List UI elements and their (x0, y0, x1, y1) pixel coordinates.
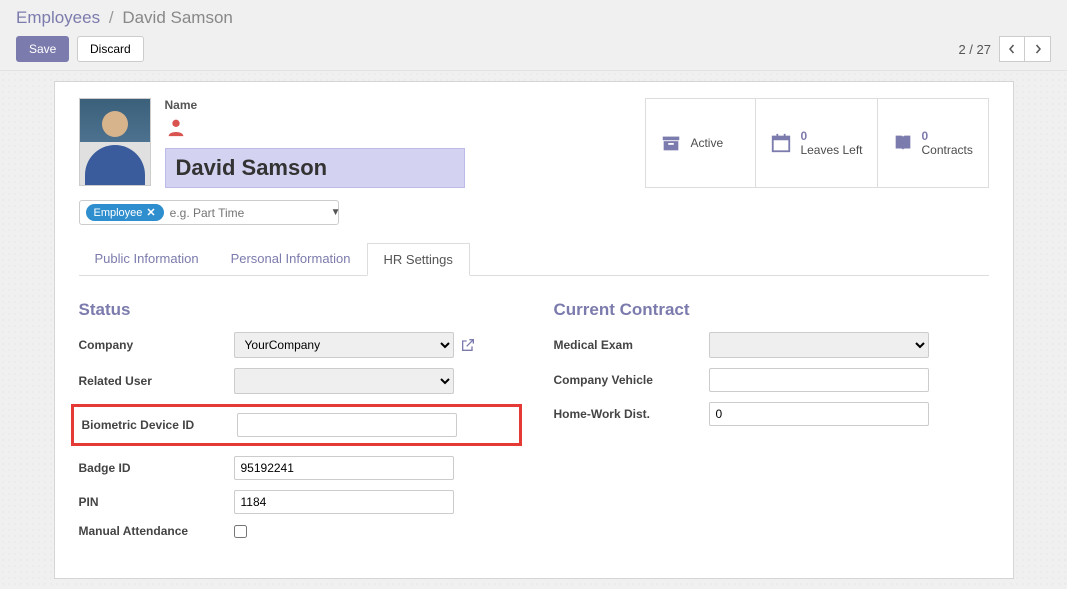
company-select[interactable]: YourCompany (234, 332, 454, 358)
leaves-count: 0 (800, 129, 862, 143)
tags-text-input[interactable] (170, 206, 325, 220)
pager: 2 / 27 (958, 36, 1051, 62)
company-label: Company (79, 338, 234, 352)
contracts-stat-button[interactable]: 0Contracts (878, 99, 988, 187)
chevron-left-icon (1007, 44, 1017, 54)
name-label: Name (165, 98, 630, 112)
tabs: Public Information Personal Information … (79, 243, 989, 276)
breadcrumb-separator: / (109, 8, 114, 27)
chevron-right-icon (1033, 44, 1043, 54)
dist-label: Home-Work Dist. (554, 407, 709, 421)
tag-employee: Employee ✕ (86, 204, 164, 221)
pin-label: PIN (79, 495, 234, 509)
biometric-label: Biometric Device ID (82, 418, 237, 432)
tag-remove-icon[interactable]: ✕ (146, 206, 155, 219)
caret-down-icon[interactable]: ▼ (331, 207, 341, 218)
leaves-label: Leaves Left (800, 143, 862, 157)
tab-personal-information[interactable]: Personal Information (215, 243, 367, 275)
tab-public-information[interactable]: Public Information (79, 243, 215, 275)
calendar-icon (770, 132, 792, 154)
contracts-count: 0 (922, 129, 973, 143)
pager-text: 2 / 27 (958, 42, 991, 57)
biometric-highlight: Biometric Device ID (71, 404, 522, 446)
breadcrumb-root[interactable]: Employees (16, 8, 100, 27)
related-user-label: Related User (79, 374, 234, 388)
archive-icon (660, 132, 682, 154)
stat-buttons: Active 0Leaves Left 0Contracts (645, 98, 988, 188)
avatar[interactable] (79, 98, 151, 186)
vehicle-label: Company Vehicle (554, 373, 709, 387)
related-user-select[interactable] (234, 368, 454, 394)
leaves-stat-button[interactable]: 0Leaves Left (756, 99, 877, 187)
badge-input[interactable] (234, 456, 454, 480)
medical-label: Medical Exam (554, 338, 709, 352)
active-stat-button[interactable]: Active (646, 99, 756, 187)
status-heading: Status (79, 300, 514, 320)
book-icon (892, 132, 914, 154)
breadcrumb: Employees / David Samson (16, 8, 1051, 28)
discard-button[interactable]: Discard (77, 36, 144, 62)
action-buttons: Save Discard (16, 36, 144, 62)
external-link-icon[interactable] (460, 337, 476, 353)
contract-heading: Current Contract (554, 300, 989, 320)
form-sheet: Name Active 0Leaves Left 0Contracts (54, 81, 1014, 579)
active-label: Active (690, 136, 723, 150)
pager-prev-button[interactable] (999, 36, 1025, 62)
manual-attendance-checkbox[interactable] (234, 525, 247, 538)
breadcrumb-current: David Samson (122, 8, 233, 27)
name-input[interactable] (165, 148, 465, 188)
pin-input[interactable] (234, 490, 454, 514)
medical-select[interactable] (709, 332, 929, 358)
contracts-label: Contracts (922, 143, 973, 157)
vehicle-input[interactable] (709, 368, 929, 392)
manual-attendance-label: Manual Attendance (79, 524, 234, 538)
person-icon (165, 116, 187, 138)
pager-next-button[interactable] (1025, 36, 1051, 62)
save-button[interactable]: Save (16, 36, 69, 62)
tab-hr-settings[interactable]: HR Settings (367, 243, 470, 276)
dist-input[interactable] (709, 402, 929, 426)
badge-label: Badge ID (79, 461, 234, 475)
tags-input[interactable]: Employee ✕ ▼ (79, 200, 339, 225)
biometric-input[interactable] (237, 413, 457, 437)
